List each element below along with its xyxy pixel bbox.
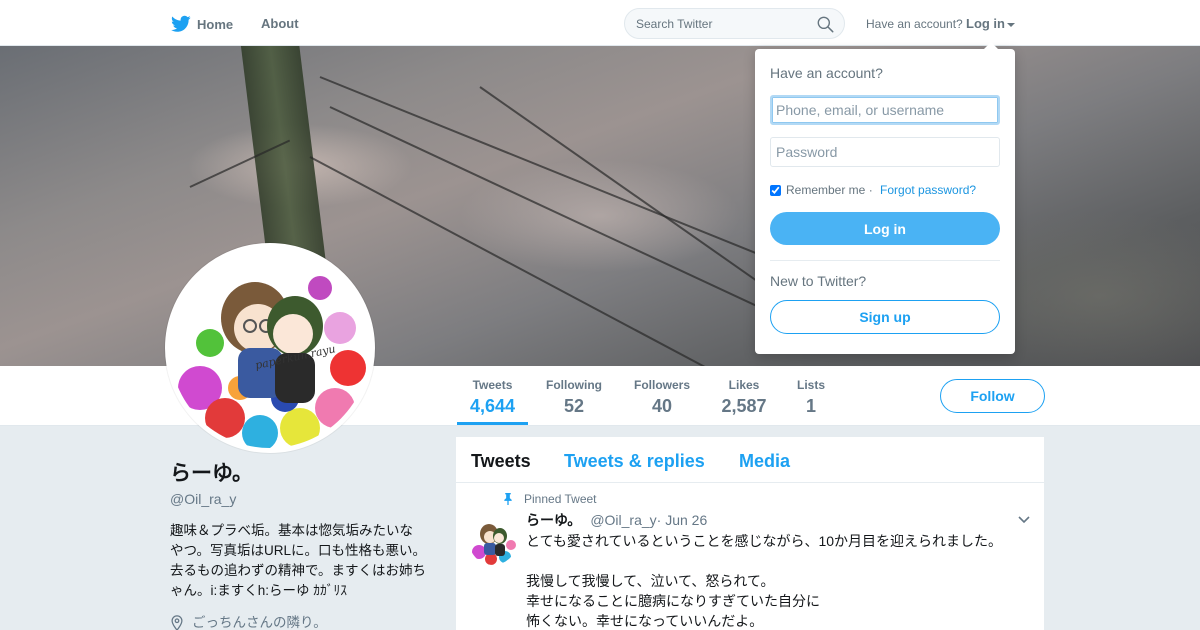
remember-separator: · [865,183,877,197]
stat-label: Following [546,378,602,392]
password-field[interactable] [770,137,1000,167]
remember-me-label[interactable]: Remember me [786,183,865,197]
nav-home-link[interactable]: Home [171,15,233,33]
stat-label: Likes [728,378,760,392]
stat-label: Followers [633,378,690,392]
nav-about-link[interactable]: About [261,15,299,33]
stat-likes[interactable]: Likes 2,587 [721,378,767,417]
dropdown-divider [770,260,1000,261]
location-text: ごっちんさんの隣り。 [192,615,327,630]
top-nav: Home About Have an account? Log in [0,0,1200,46]
tweet-avatar[interactable] [469,517,517,565]
forgot-password-link[interactable]: Forgot password? [880,183,976,197]
location-pin-icon [171,615,183,630]
twitter-bird-icon [171,15,191,32]
timeline-tabs: Tweets Tweets & replies Media [456,437,1044,483]
search-box [624,8,845,39]
profile-bio: 趣味＆プラべ垢。基本は惚気垢みたいなやつ。写真垢はURLに。口も性格も悪い。去る… [170,523,426,598]
tweet-timestamp[interactable]: · Jun 26 [657,511,708,529]
pinned-text: Pinned Tweet [524,492,597,506]
stat-lists[interactable]: Lists 1 [796,378,826,417]
stat-following[interactable]: Following 52 [545,378,603,417]
banner-wire [319,76,803,273]
avatar-illustration: paperkun.rayu [170,248,370,448]
pinned-tweet-label: Pinned Tweet [503,492,597,506]
chevron-down-icon[interactable] [1018,516,1030,524]
profile-card: らーゆ。 @Oil_ra_y 趣味＆プラべ垢。基本は惚気垢みたいなやつ。写真垢は… [170,460,430,630]
tweet-line: 幸せになることに臆病になりすぎていた自分に [526,593,820,609]
nav-home-label: Home [197,16,234,32]
timeline: Tweets Tweets & replies Media Pinned Twe… [456,437,1044,630]
login-dropdown-title: Have an account? [770,65,883,81]
tweet-header: らーゆ。 @Oil_ra_y · Jun 26 [526,511,707,529]
login-submit-button[interactable]: Log in [770,212,1000,245]
signup-button[interactable]: Sign up [770,300,1000,334]
stat-label: Tweets [472,378,513,392]
tweet-line: とても愛されているということを感じながら、10か月目を迎えられました。 [526,533,1003,549]
remember-me-checkbox[interactable] [770,184,781,196]
profile-avatar[interactable]: paperkun.rayu [165,243,375,453]
have-account-text: Have an account? [866,17,963,31]
profile-handle[interactable]: @Oil_ra_y [170,490,430,508]
tweet-author-handle[interactable]: @Oil_ra_y [590,511,656,529]
profile-location: ごっちんさんの隣り。 [170,614,430,630]
stat-label: Lists [796,378,825,392]
follow-button[interactable]: Follow [940,379,1045,413]
stat-value: 1 [805,396,816,416]
caret-down-icon [1007,22,1015,27]
stat-followers[interactable]: Followers 40 [633,378,691,417]
tweet-avatar-illustration [469,517,517,565]
login-dropdown-toggle[interactable]: Log in [966,15,1015,32]
pin-icon [504,493,512,505]
tweet-author-name[interactable]: らーゆ。 [526,511,581,529]
tweet-line: 怖くない。幸せになっていいんだよ。 [526,613,764,629]
tab-tweets-and-replies[interactable]: Tweets & replies [564,451,705,471]
stat-tweets[interactable]: Tweets 4,644 [457,378,528,425]
search-icon[interactable] [817,16,834,33]
tweet-line: 我慢して我慢して、泣いて、怒られて。 [526,573,775,589]
tweet-line [526,551,1026,571]
profile-name[interactable]: らーゆ。 [170,460,430,488]
remember-me-row: Remember me · Forgot password? [770,183,976,197]
stat-value: 52 [563,396,585,416]
stat-value: 40 [651,396,673,416]
login-dropdown: Have an account? Remember me · Forgot pa… [755,42,1015,354]
tab-tweets[interactable]: Tweets [471,451,531,471]
stat-value: 4,644 [470,396,516,416]
stat-value: 2,587 [721,396,767,416]
username-field[interactable] [770,95,1000,125]
new-to-twitter-text: New to Twitter? [770,273,867,289]
search-input[interactable] [636,15,806,33]
tab-media[interactable]: Media [739,451,790,471]
tweet-text: とても愛されているということを感じながら、10か月目を迎えられました。 我慢して… [526,531,1026,630]
login-toggle-label: Log in [966,16,1005,31]
